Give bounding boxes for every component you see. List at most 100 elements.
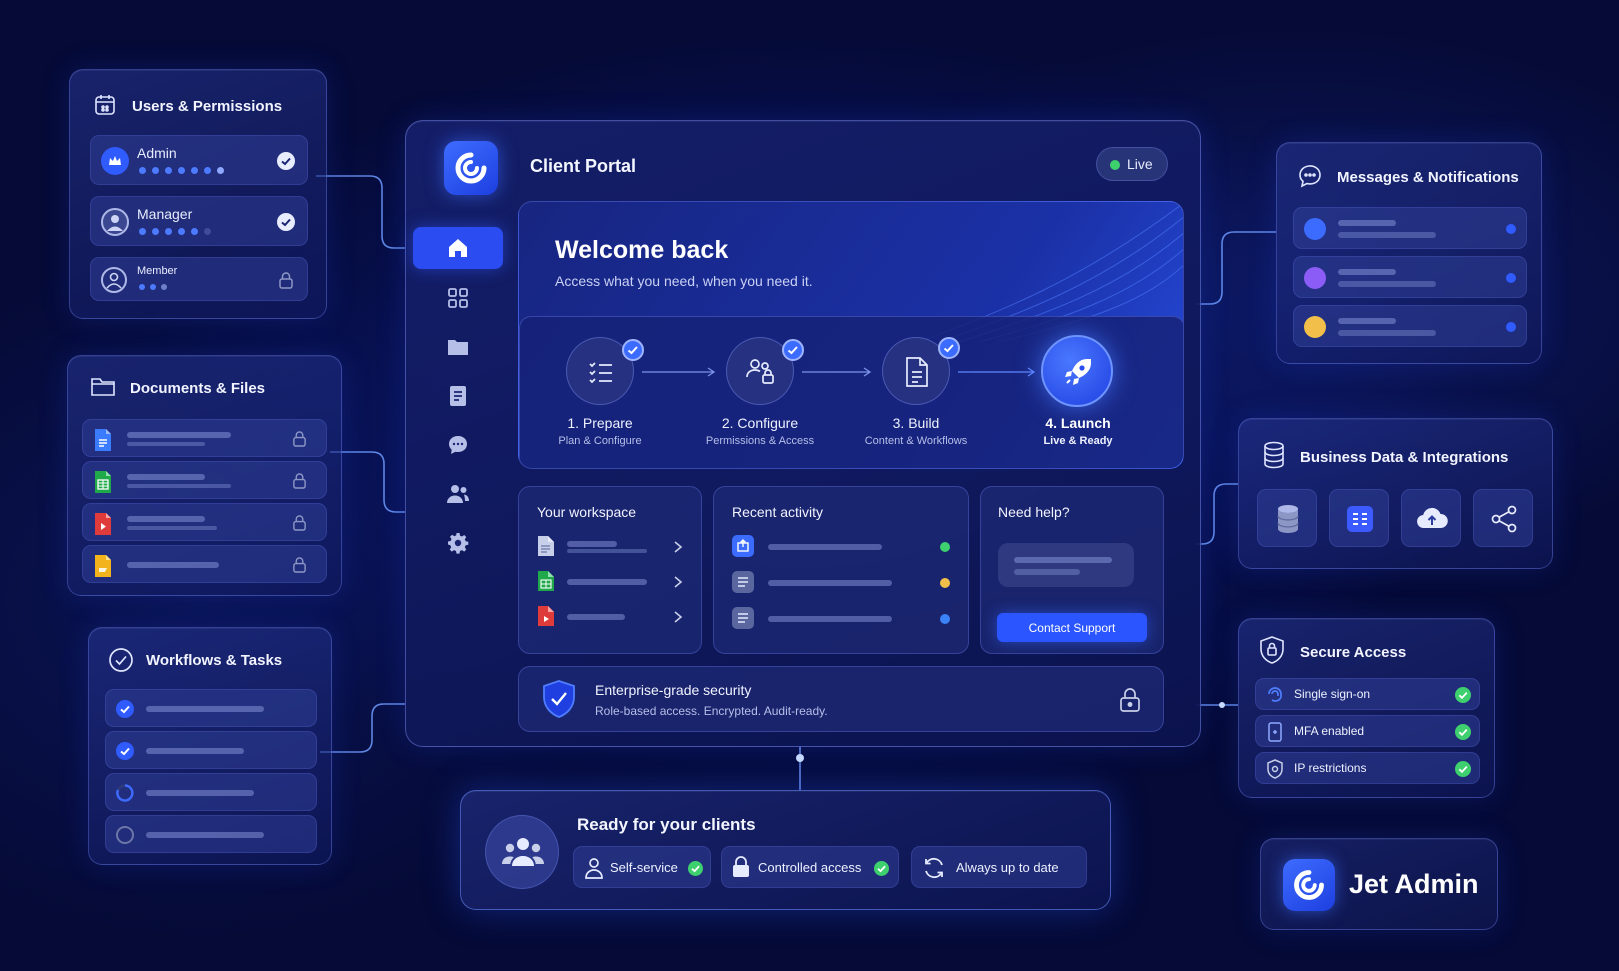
- lock-icon: [291, 555, 307, 573]
- sidebar-item-home[interactable]: [413, 227, 503, 269]
- task-row-done[interactable]: [105, 689, 317, 727]
- message-row[interactable]: [1293, 256, 1527, 298]
- database-icon: [1277, 505, 1299, 533]
- integration-share[interactable]: [1473, 489, 1533, 547]
- chevron-right-icon: [674, 541, 683, 553]
- step-arrow-icon: [642, 367, 716, 377]
- messages-notifications-panel: Messages & Notifications: [1276, 142, 1542, 364]
- users-icon[interactable]: [446, 482, 470, 506]
- welcome-title: Welcome back: [555, 236, 729, 264]
- shield-check-icon: [543, 680, 575, 718]
- file-row[interactable]: [82, 545, 327, 583]
- checkbox-checked-icon[interactable]: [116, 700, 134, 718]
- activity-item[interactable]: [728, 605, 956, 633]
- secure-item-ip[interactable]: IP restrictions: [1255, 752, 1480, 784]
- portal-title: Client Portal: [530, 156, 637, 176]
- task-row-in-progress[interactable]: [105, 773, 317, 811]
- portal-logo-icon[interactable]: [444, 141, 498, 195]
- fingerprint-icon: [1268, 687, 1282, 702]
- member-permission-dots: [139, 284, 167, 290]
- step-arrow-icon: [802, 367, 872, 377]
- secure-item-label: MFA enabled: [1294, 724, 1365, 738]
- workspace-item[interactable]: [533, 567, 689, 597]
- chat-bubble-icon[interactable]: [446, 433, 470, 457]
- step-subtitle: Plan & Configure: [558, 435, 642, 447]
- workflows-tasks-panel: Workflows & Tasks: [88, 627, 332, 865]
- feature-label: Always up to date: [956, 860, 1059, 875]
- refresh-icon: [925, 857, 943, 879]
- activity-status-dot: [940, 542, 950, 552]
- dashboard-grid-icon[interactable]: [446, 286, 470, 310]
- lock-icon: [291, 429, 307, 447]
- workspace-item[interactable]: [533, 602, 689, 632]
- task-row-done[interactable]: [105, 731, 317, 769]
- cloud-upload-icon: [1417, 507, 1448, 529]
- ready-panel-title: Ready for your clients: [577, 815, 756, 834]
- secure-access-panel: Secure Access Single sign-on MFA enabled…: [1238, 618, 1495, 798]
- feature-controlled-access: Controlled access: [721, 846, 899, 888]
- jet-admin-logo-icon: [1283, 859, 1335, 911]
- lock-icon: [291, 513, 307, 531]
- jet-admin-brand-card: Jet Admin: [1260, 838, 1498, 930]
- integration-database[interactable]: [1257, 489, 1317, 547]
- file-row[interactable]: [82, 503, 327, 541]
- checkbox-checked-icon[interactable]: [116, 742, 134, 760]
- feature-label: Self-service: [610, 860, 678, 875]
- integration-sheets[interactable]: [1329, 489, 1389, 547]
- feature-label: Controlled access: [758, 860, 862, 875]
- check-circle-icon: [1455, 724, 1471, 740]
- check-circle-icon: [277, 152, 295, 170]
- secure-item-mfa[interactable]: MFA enabled: [1255, 715, 1480, 747]
- users-panel-title: Users & Permissions: [132, 98, 283, 115]
- check-circle-icon: [1455, 687, 1471, 703]
- workspace-item[interactable]: [533, 532, 689, 562]
- chat-bubble-icon: [1297, 163, 1323, 189]
- user-row-member[interactable]: Member: [90, 257, 308, 301]
- secure-panel-title: Secure Access: [1300, 644, 1407, 661]
- step-title: 2. Configure: [721, 415, 799, 431]
- integration-cloud[interactable]: [1401, 489, 1461, 547]
- user-avatar-icon: [101, 267, 127, 293]
- activity-item[interactable]: [728, 533, 956, 561]
- sender-avatar: [1304, 218, 1326, 240]
- client-portal-window: Client Portal Live Welcome back Access w…: [405, 120, 1201, 747]
- message-row[interactable]: [1293, 207, 1527, 249]
- folder-icon[interactable]: [446, 335, 470, 359]
- chevron-right-icon: [674, 576, 683, 588]
- chevron-right-icon: [674, 611, 683, 623]
- message-row[interactable]: [1293, 305, 1527, 347]
- documents-panel-title: Documents & Files: [130, 380, 266, 397]
- sender-avatar: [1304, 267, 1326, 289]
- unread-dot: [1506, 322, 1516, 332]
- feature-self-service: Self-service: [573, 846, 711, 888]
- clients-group-icon: [485, 815, 559, 889]
- rocket-icon: [1065, 359, 1091, 385]
- activity-item[interactable]: [728, 569, 956, 597]
- home-icon: [446, 236, 470, 260]
- user-avatar-icon: [101, 208, 129, 236]
- contact-support-button[interactable]: Contact Support: [997, 613, 1147, 642]
- checkbox-empty-icon[interactable]: [116, 826, 134, 844]
- user-row-manager[interactable]: Manager: [90, 196, 308, 246]
- table-grid-icon: [1347, 506, 1373, 532]
- secure-item-label: Single sign-on: [1294, 687, 1371, 701]
- step-launch-circle[interactable]: [1041, 335, 1113, 407]
- archive-file-icon: [93, 554, 113, 578]
- settings-gear-icon[interactable]: [446, 531, 470, 555]
- check-circle-icon: [277, 213, 295, 231]
- step-complete-check-icon: [782, 339, 804, 361]
- task-row-pending[interactable]: [105, 815, 317, 853]
- file-row[interactable]: [82, 419, 327, 457]
- lock-icon: [733, 856, 749, 877]
- recent-activity-card: Recent activity: [713, 486, 969, 654]
- presentation-file-icon: [93, 512, 113, 536]
- file-row[interactable]: [82, 461, 327, 499]
- secure-item-sso[interactable]: Single sign-on: [1255, 678, 1480, 710]
- folder-icon: [90, 373, 116, 399]
- check-circle-outline-icon: [108, 647, 134, 673]
- doc-file-icon: [93, 428, 113, 452]
- security-title: Enterprise-grade security: [595, 682, 752, 698]
- user-row-admin[interactable]: Admin: [90, 135, 308, 185]
- step-subtitle: Live & Ready: [1043, 435, 1113, 447]
- document-list-icon[interactable]: [446, 384, 470, 408]
